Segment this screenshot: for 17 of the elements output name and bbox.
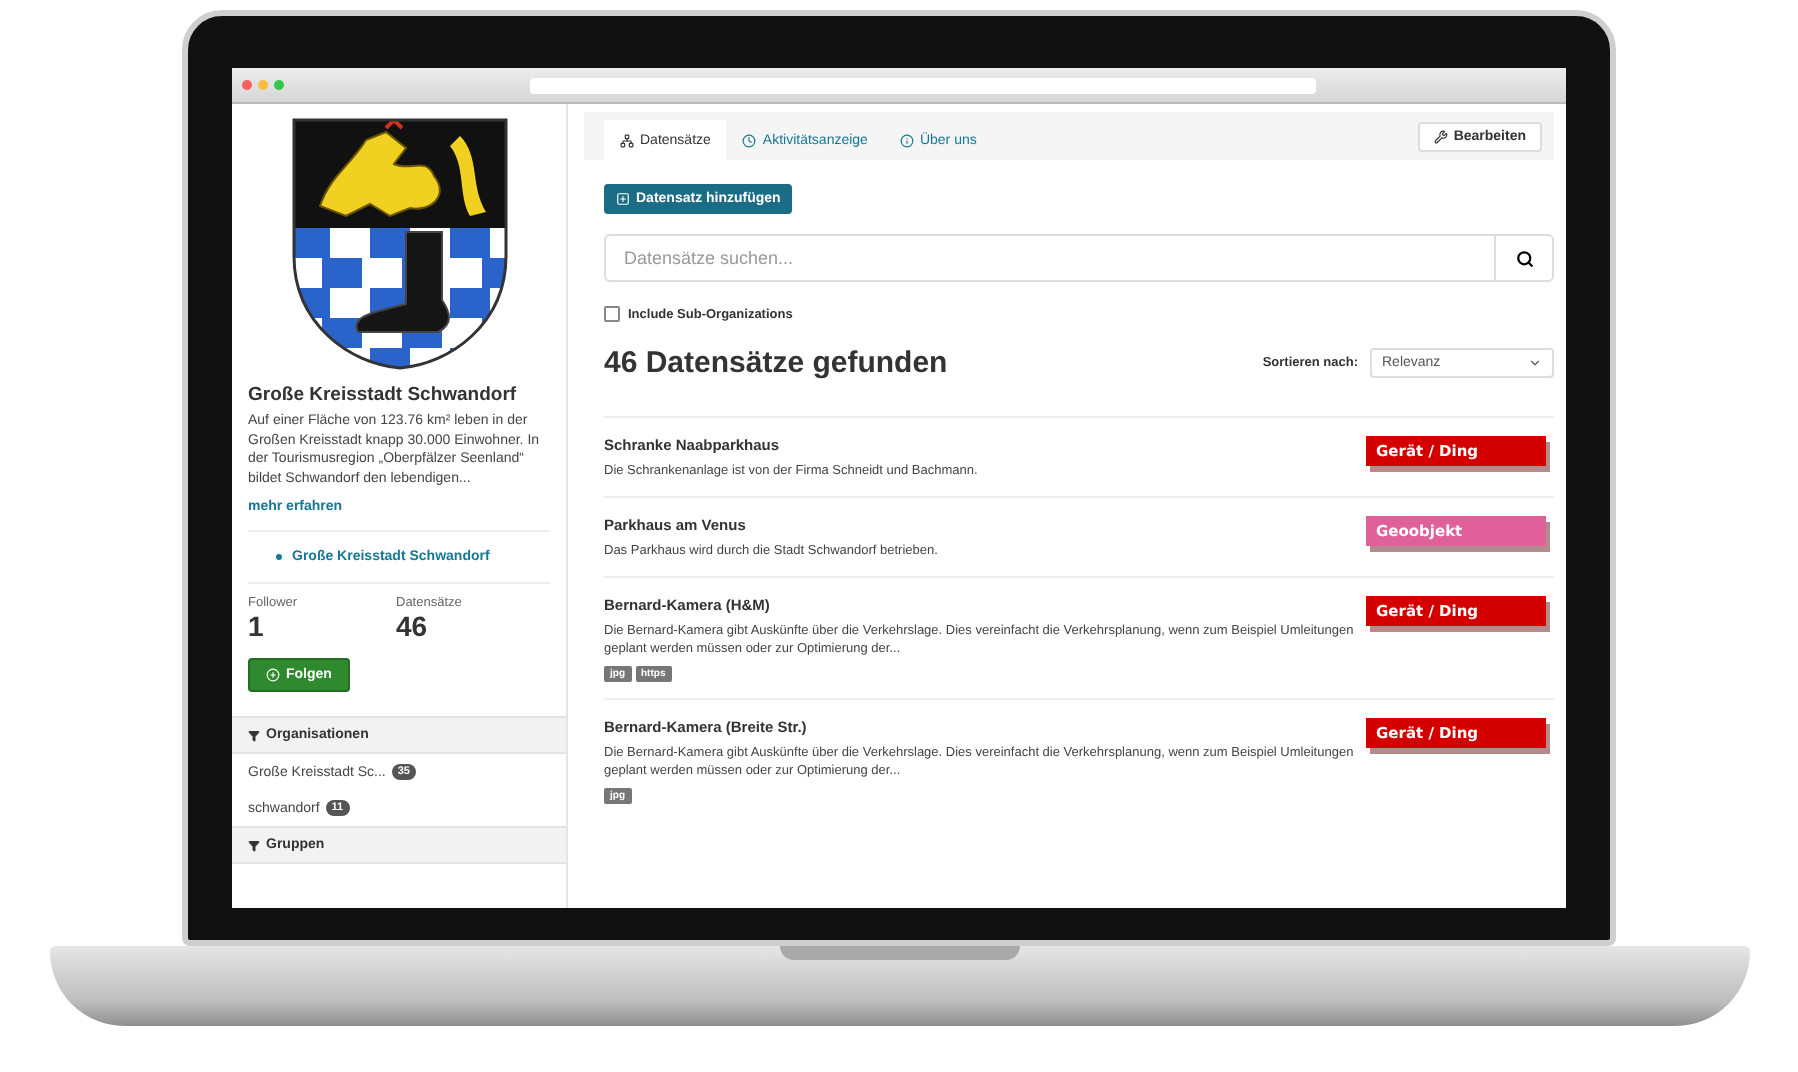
filter-icon: [248, 729, 260, 741]
results-heading: 46 Datensätze gefunden: [604, 346, 948, 380]
wrench-icon: [1433, 130, 1448, 144]
checkbox[interactable]: [604, 306, 620, 322]
chevron-down-icon: [1528, 356, 1542, 370]
search-field[interactable]: Datensätze suchen...: [604, 234, 1494, 282]
stat-value: 46: [396, 610, 430, 642]
plus-icon: [266, 668, 280, 682]
search-button[interactable]: [1494, 234, 1554, 282]
search-icon: [1515, 249, 1533, 267]
clock-icon: [742, 133, 757, 147]
filter-icon: [248, 839, 260, 851]
organization-title: Große Kreisstadt Schwandorf: [248, 384, 519, 406]
plus-icon: [616, 192, 630, 206]
info-icon: [899, 133, 914, 147]
stat-value: 1: [248, 610, 266, 642]
sitemap-icon: [620, 133, 634, 147]
